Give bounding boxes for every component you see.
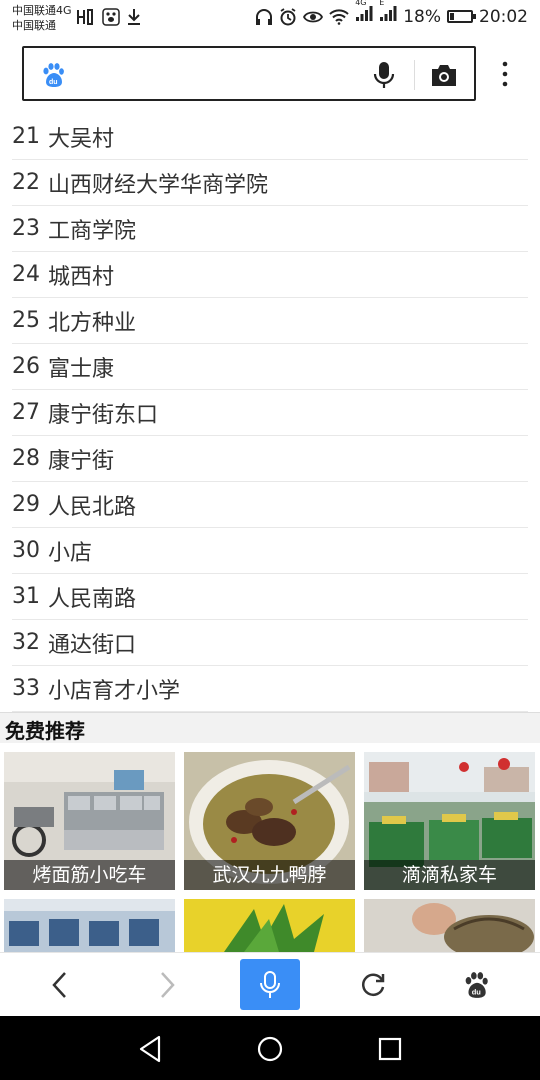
camera-icon[interactable] [430,62,458,88]
chevron-left-icon [52,972,66,998]
list-item-number: 22 [12,170,40,195]
list-item-number: 29 [12,492,40,517]
card-caption: 滴滴私家车 [364,860,535,890]
recommend-card-4[interactable] [4,899,175,952]
battery-icon [447,10,476,23]
carrier-1: 中国联通4G [12,4,72,17]
refresh-icon [362,973,385,997]
list-item[interactable]: 21 大吴村 [12,114,528,160]
list-item-label: 山西财经大学华商学院 [48,172,269,198]
voice-search-icon[interactable] [370,60,398,90]
status-bar: 中国联通4G 中国联通 4G E 18% 20:02 [0,0,540,40]
recommend-header: 免费推荐 [0,712,540,743]
list-item[interactable]: 30 小店 [12,528,528,574]
list-item[interactable]: 28 康宁街 [12,436,528,482]
list-item[interactable]: 33 小店育才小学 [12,666,528,712]
list-item-label: 人民南路 [48,586,137,612]
list-item[interactable]: 32 通达街口 [12,620,528,666]
eye-icon [303,11,324,22]
battery-level [450,13,454,20]
alarm-icon [280,7,296,25]
list-item-label: 小店育才小学 [48,678,181,704]
list-item-label: 通达街口 [48,632,137,658]
list-item[interactable]: 24 城西村 [12,252,528,298]
headphones-icon [256,8,273,25]
list-item[interactable]: 31 人民南路 [12,574,528,620]
download-icon [128,9,140,25]
battery-percent: 18% [403,6,441,27]
card-image-animal [364,899,535,952]
list-item[interactable]: 22 山西财经大学华商学院 [12,160,528,206]
card-image-herbs [184,899,355,952]
carrier-2: 中国联通 [12,19,56,32]
forward-button[interactable] [137,953,197,1017]
microphone-icon [260,970,280,998]
search-box[interactable]: du [22,46,476,101]
circle-home-icon[interactable] [253,1032,287,1066]
list-item-number: 26 [12,354,40,379]
list-item[interactable]: 26 富士康 [12,344,528,390]
list-item-label: 康宁街东口 [48,402,159,428]
wifi-icon [329,8,349,25]
baidu-paw-icon: du [465,972,488,998]
list-item-label: 城西村 [48,264,115,290]
chevron-right-icon [161,972,175,998]
baidu-notify-icon [102,8,120,26]
signal-label-4g: 4G [355,0,367,7]
recommend-card-5[interactable] [184,899,355,952]
list-item-number: 27 [12,400,40,425]
card-caption: 烤面筋小吃车 [4,860,175,890]
card-caption: 武汉九九鸭脖 [184,860,355,890]
list-item-number: 23 [12,216,40,241]
list-item-number: 25 [12,308,40,333]
refresh-button[interactable] [343,953,403,1017]
list-item-label: 工商学院 [48,218,137,244]
list-item-number: 28 [12,446,40,471]
list-item-number: 31 [12,584,40,609]
list-item-label: 大吴村 [48,126,115,152]
signal-icon [356,6,373,21]
list-item-label: 康宁街 [48,448,115,474]
back-button[interactable] [30,953,90,1017]
list-item[interactable]: 23 工商学院 [12,206,528,252]
recommend-card-2[interactable]: 武汉九九鸭脖 [184,752,355,890]
list-item-number: 30 [12,538,40,563]
list-item[interactable]: 29 人民北路 [12,482,528,528]
signal-label-e: E [379,0,385,7]
list-item[interactable]: 25 北方种业 [12,298,528,344]
list-item[interactable]: 27 康宁街东口 [12,390,528,436]
list-item-label: 富士康 [48,356,115,382]
svg-text:du: du [49,79,58,86]
list-item-number: 21 [12,124,40,149]
system-nav-bar [0,1016,540,1080]
card-image-factory [4,899,175,952]
recommend-card-1[interactable]: 烤面筋小吃车 [4,752,175,890]
section-title: 免费推荐 [5,719,85,743]
list-item-number: 33 [12,676,40,701]
triangle-back-icon[interactable] [133,1032,167,1066]
svg-text:du: du [472,988,482,997]
list-item-number: 24 [12,262,40,287]
clock: 20:02 [479,6,528,27]
square-recent-icon[interactable] [373,1032,407,1066]
signal-icon-2 [380,6,397,21]
more-vertical-icon[interactable] [495,58,515,90]
result-list: 21 大吴村 22 山西财经大学华商学院 23 工商学院 24 城西村 25 北方种业 26 富士康 2… [12,114,528,712]
recommend-card-3[interactable]: 滴滴私家车 [364,752,535,890]
baidu-paw-icon: du [43,63,64,87]
hd-call-icon [77,9,93,25]
list-item-label: 小店 [48,540,93,566]
voice-button[interactable] [240,959,300,1010]
divider [414,60,415,90]
list-item-label: 人民北路 [48,494,137,520]
list-item-label: 北方种业 [48,310,137,336]
recommend-card-6[interactable] [364,899,535,952]
list-item-number: 32 [12,630,40,655]
carrier-info: 中国联通4G 中国联通 [12,3,72,33]
baidu-home-button[interactable]: du [446,953,506,1017]
